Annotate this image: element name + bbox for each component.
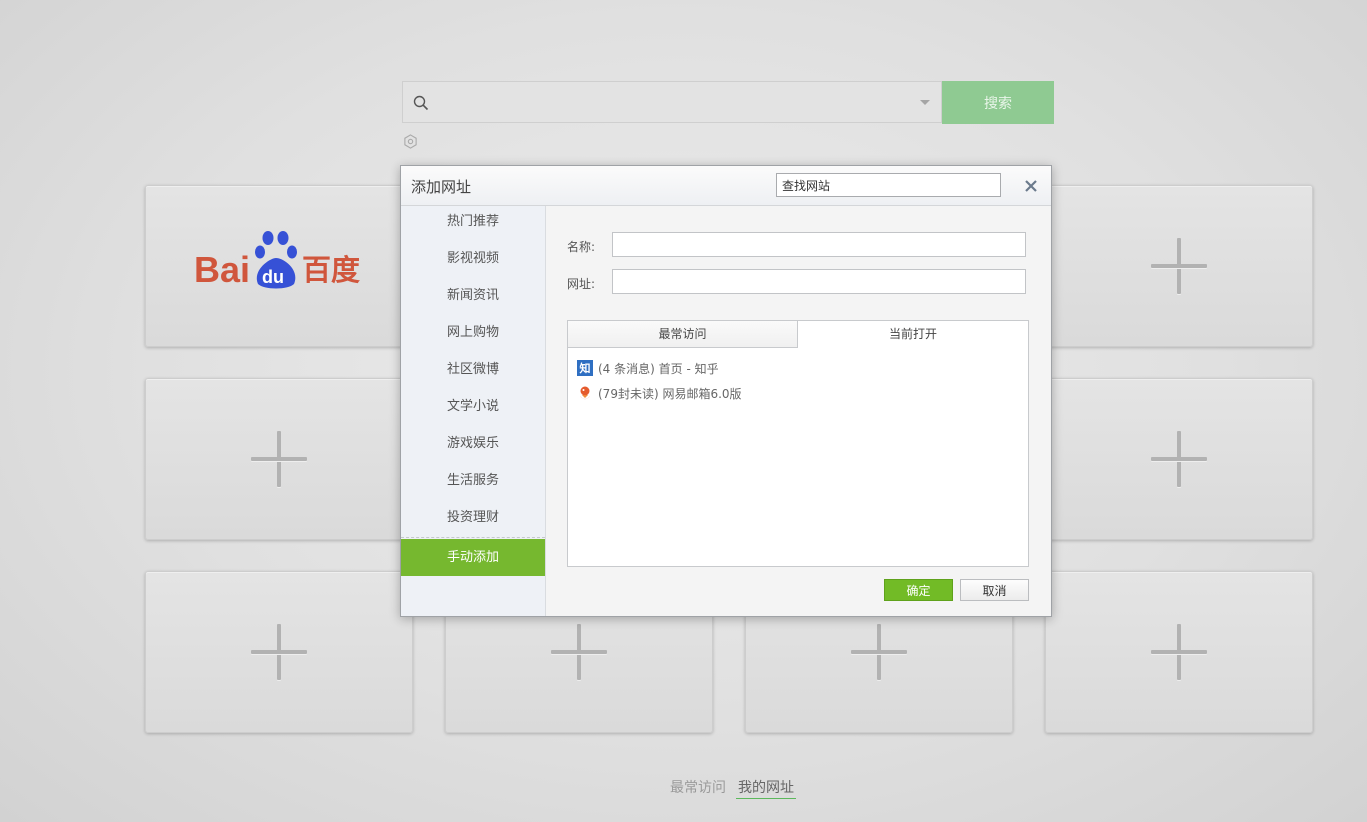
- search-icon: [413, 95, 429, 111]
- list-item[interactable]: 知 (4 条消息) 首页 - 知乎: [577, 359, 719, 377]
- plus-icon: [851, 624, 907, 680]
- svg-text:du: du: [262, 267, 284, 287]
- plus-icon: [251, 624, 307, 680]
- search-engine-dropdown-icon[interactable]: [920, 100, 930, 105]
- cancel-button[interactable]: 取消: [960, 579, 1029, 601]
- search-button[interactable]: 搜索: [942, 81, 1054, 124]
- search-input[interactable]: [439, 88, 913, 118]
- confirm-button[interactable]: 确定: [884, 579, 953, 601]
- svg-text:Bai: Bai: [194, 249, 250, 290]
- netease-mail-icon: [580, 386, 590, 400]
- category-item[interactable]: 新闻资讯: [401, 277, 545, 314]
- footer-tab-my-sites[interactable]: 我的网址: [736, 777, 796, 799]
- category-item[interactable]: 生活服务: [401, 462, 545, 499]
- zhihu-icon: 知: [577, 360, 593, 376]
- plus-icon: [251, 431, 307, 487]
- name-label: 名称:: [567, 240, 596, 254]
- category-item[interactable]: 热门推荐: [401, 203, 545, 240]
- url-field[interactable]: [612, 269, 1026, 294]
- tile-empty[interactable]: [145, 571, 413, 733]
- svg-text:百度: 百度: [302, 253, 360, 287]
- tab-most-visited[interactable]: 最常访问: [568, 321, 798, 348]
- history-panel: 最常访问 当前打开 知 (4 条消息) 首页 - 知乎 (79封未读) 网易邮箱…: [567, 320, 1029, 567]
- category-item[interactable]: 投资理财: [401, 499, 545, 536]
- category-item[interactable]: 社区微博: [401, 351, 545, 388]
- list-item-title: (4 条消息) 首页 - 知乎: [598, 361, 719, 376]
- tile-empty[interactable]: [1045, 185, 1313, 347]
- category-sidebar: 热门推荐 影视视频 新闻资讯 网上购物 社区微博 文学小说 游戏娱乐 生活服务 …: [401, 206, 546, 616]
- plus-icon: [1151, 238, 1207, 294]
- plus-icon: [551, 624, 607, 680]
- baidu-logo: Bai du 百度: [194, 231, 360, 290]
- search-box[interactable]: [402, 81, 942, 123]
- site-search-input[interactable]: [776, 173, 1001, 197]
- tile-empty[interactable]: [1045, 571, 1313, 733]
- plus-icon: [1151, 624, 1207, 680]
- category-item[interactable]: 影视视频: [401, 240, 545, 277]
- name-field[interactable]: [612, 232, 1026, 257]
- tile-empty[interactable]: [1045, 378, 1313, 540]
- list-item[interactable]: (79封未读) 网易邮箱6.0版: [577, 384, 742, 402]
- footer-tabs: 最常访问 我的网址: [668, 777, 796, 799]
- dialog-header: 添加网址: [401, 166, 1051, 206]
- plus-icon: [1151, 431, 1207, 487]
- close-icon[interactable]: [1023, 178, 1039, 194]
- add-site-dialog: 添加网址 热门推荐 影视视频 新闻资讯 网上购物 社区微博 文学小说 游戏娱乐 …: [400, 165, 1052, 617]
- url-label: 网址:: [567, 277, 596, 291]
- tab-currently-open[interactable]: 当前打开: [798, 321, 1028, 348]
- category-item[interactable]: 游戏娱乐: [401, 425, 545, 462]
- category-item[interactable]: 文学小说: [401, 388, 545, 425]
- dialog-title: 添加网址: [411, 178, 472, 196]
- tile-empty[interactable]: [145, 378, 413, 540]
- category-item-manual-add[interactable]: 手动添加: [401, 539, 545, 576]
- footer-tab-most-visited[interactable]: 最常访问: [668, 777, 728, 799]
- list-item-title: (79封未读) 网易邮箱6.0版: [598, 386, 742, 401]
- tile-baidu[interactable]: Bai du 百度: [145, 185, 413, 347]
- settings-icon[interactable]: [403, 134, 418, 149]
- sidebar-divider: [401, 537, 545, 538]
- category-item[interactable]: 网上购物: [401, 314, 545, 351]
